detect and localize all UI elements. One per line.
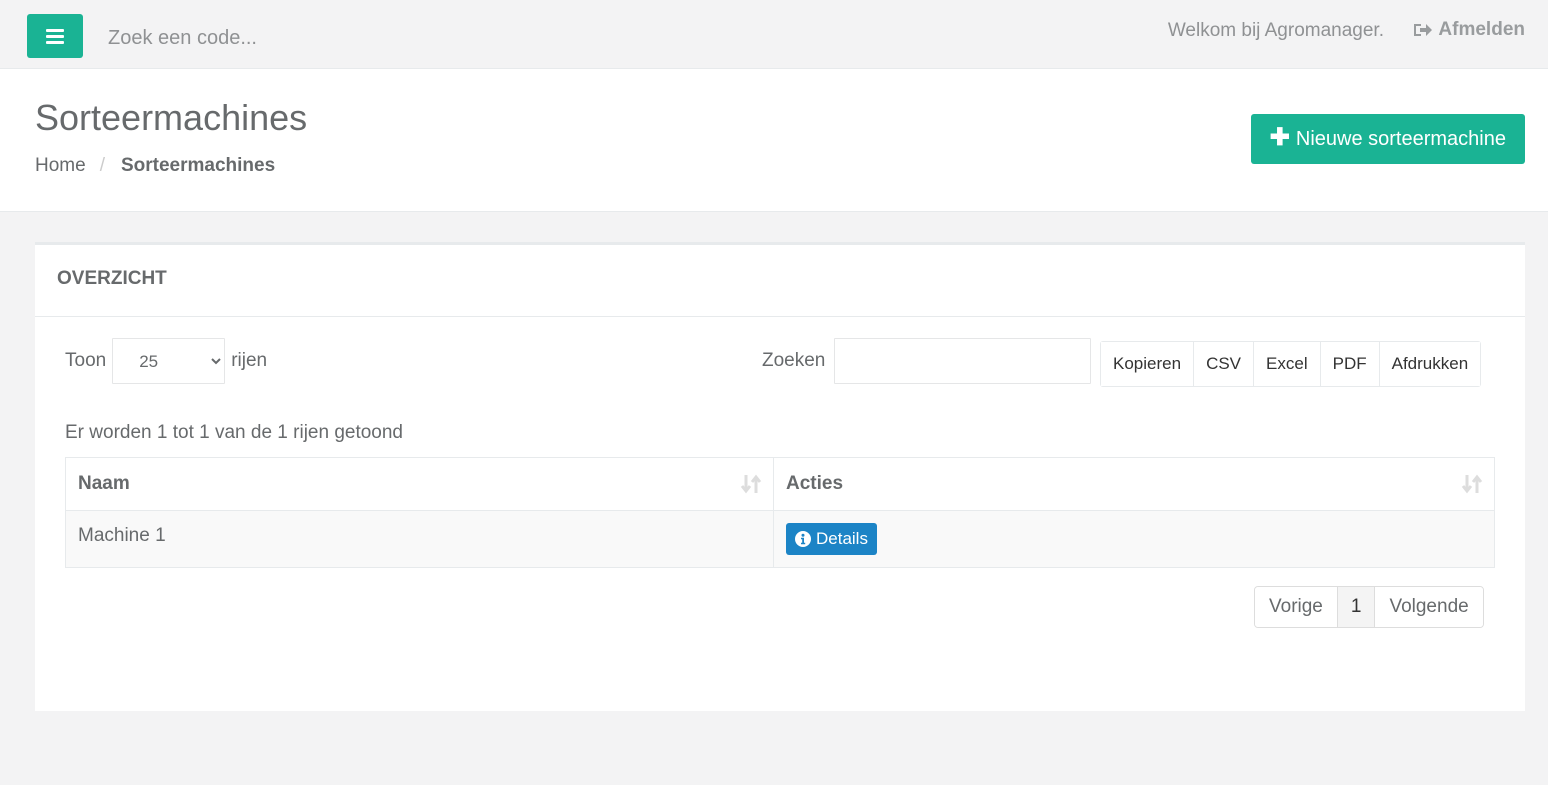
breadcrumb: Home / Sorteermachines (35, 155, 275, 177)
search-label: Zoeken (762, 350, 826, 371)
cell-naam: Machine 1 (65, 510, 774, 568)
new-sorting-machine-button[interactable]: ✚ Nieuwe sorteermachine (1250, 114, 1525, 164)
welcome-message: Welkom bij Agromanager. (1167, 20, 1384, 41)
copy-button[interactable]: Kopieren (1101, 342, 1195, 386)
machines-table: Naam Acties Machine 1 Details (65, 457, 1495, 568)
menu-toggle-button[interactable] (27, 14, 83, 58)
export-button-group: Kopieren CSV Excel PDF Afdrukken (1100, 341, 1482, 387)
breadcrumb-separator: / (99, 155, 105, 176)
sort-icon (740, 474, 762, 494)
breadcrumb-current: Sorteermachines (120, 155, 276, 176)
column-header-naam[interactable]: Naam (65, 457, 774, 511)
next-page-button[interactable]: Volgende (1375, 587, 1483, 627)
panel-title: OVERZICHT (35, 245, 1525, 317)
csv-button[interactable]: CSV (1194, 342, 1255, 386)
excel-button[interactable]: Excel (1254, 342, 1321, 386)
print-button[interactable]: Afdrukken (1379, 342, 1481, 386)
page-1-button[interactable]: 1 (1337, 587, 1376, 627)
column-header-label: Acties (786, 473, 844, 494)
cell-acties: Details (773, 510, 1495, 568)
sort-icon (1461, 474, 1483, 494)
logout-label: Afmelden (1438, 19, 1525, 40)
table-search-input[interactable] (834, 338, 1092, 384)
info-circle-icon (795, 531, 811, 547)
page-length-select[interactable]: 25 (112, 338, 226, 384)
length-prefix-label: Toon (65, 350, 107, 371)
length-suffix-label: rijen (231, 350, 268, 371)
table-row: Machine 1 Details (65, 510, 1495, 568)
column-header-acties[interactable]: Acties (773, 457, 1495, 511)
plus-icon: ✚ (1269, 124, 1290, 151)
sign-out-icon (1414, 24, 1433, 36)
previous-page-button[interactable]: Vorige (1255, 587, 1338, 627)
page-length-control: Toon 25 rijen (65, 338, 267, 384)
column-header-label: Naam (78, 473, 130, 494)
top-navbar: Welkom bij Agromanager. Afmelden (0, 0, 1548, 69)
new-button-label: Nieuwe sorteermachine (1295, 127, 1506, 150)
table-info: Er worden 1 tot 1 van de 1 rijen getoond (65, 422, 404, 443)
pagination: Vorige 1 Volgende (1254, 586, 1484, 628)
table-search-control: Zoeken (762, 338, 1092, 384)
breadcrumb-home-link[interactable]: Home (35, 155, 86, 177)
bars-icon (46, 29, 64, 44)
page-title: Sorteermachines (35, 97, 308, 138)
overview-panel: OVERZICHT Toon 25 rijen Zoeken Kopieren … (35, 242, 1525, 711)
details-button[interactable]: Details (786, 523, 877, 555)
logout-link[interactable]: Afmelden (1413, 19, 1525, 41)
details-label: Details (816, 529, 868, 548)
pdf-button[interactable]: PDF (1320, 342, 1380, 386)
page-heading: Sorteermachines Home / Sorteermachines ✚… (0, 69, 1548, 212)
code-search-input[interactable] (96, 20, 496, 56)
